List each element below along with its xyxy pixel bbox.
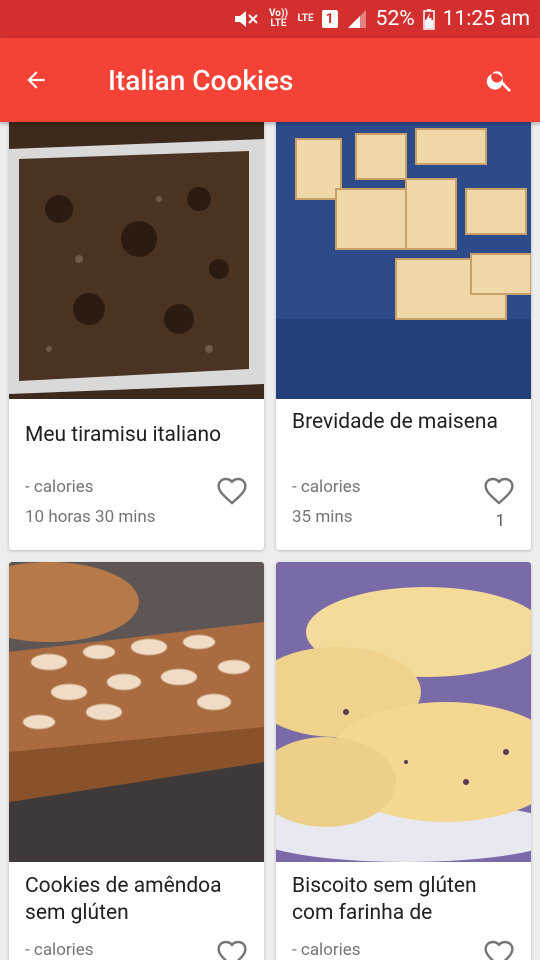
search-button[interactable] xyxy=(460,38,540,122)
recipe-calories: - calories xyxy=(292,940,361,960)
favorite-heart-icon[interactable] xyxy=(216,475,248,507)
recipe-image-brevidade xyxy=(276,122,531,399)
favorite-heart-icon[interactable] xyxy=(483,938,515,960)
recipe-title: Biscoito sem glúten com farinha de xyxy=(292,874,477,925)
recipe-title: Meu tiramisu italiano xyxy=(25,423,222,447)
recipe-calories: - calories xyxy=(25,477,94,497)
sim-badge: 1 xyxy=(321,10,338,28)
recipe-image-almond-cookies xyxy=(9,562,264,862)
recipe-image-gluten-free-biscuits xyxy=(276,562,531,862)
volte-indicator: Vo)) LTE xyxy=(268,8,288,29)
recipe-card[interactable]: Biscoito sem glúten com farinha de - cal… xyxy=(276,562,531,960)
mute-icon xyxy=(233,8,259,30)
clock: 11:25 am xyxy=(442,7,530,31)
recipe-time: 35 mins xyxy=(292,507,353,527)
favorite-count: 1 xyxy=(495,511,505,531)
recipe-calories: - calories xyxy=(292,477,361,497)
status-bar: Vo)) LTE LTE 1 52% 11:25 am xyxy=(0,0,540,38)
recipe-calories: - calories xyxy=(25,940,94,960)
app-bar: Italian Cookies xyxy=(0,38,540,122)
recipe-image-tiramisu xyxy=(9,122,264,399)
signal-icon xyxy=(346,8,368,30)
recipe-title: Brevidade de maisena xyxy=(292,410,498,434)
recipe-card[interactable]: Brevidade de maisena - calories 35 mins … xyxy=(276,122,531,550)
recipe-time: 10 horas 30 mins xyxy=(25,507,156,527)
search-icon xyxy=(486,71,511,92)
page-title: Italian Cookies xyxy=(108,63,294,97)
recipe-card[interactable]: Cookies de amêndoa sem glúten - calories xyxy=(9,562,264,960)
arrow-back-icon xyxy=(27,71,45,89)
favorite-heart-icon[interactable] xyxy=(216,938,248,960)
back-button[interactable] xyxy=(0,38,72,122)
lte-indicator: LTE xyxy=(297,13,314,24)
battery-percent: 52% xyxy=(375,7,415,31)
recipe-grid: Meu tiramisu italiano - calories 10 hora… xyxy=(0,122,540,960)
recipe-title: Cookies de amêndoa sem glúten xyxy=(25,874,222,925)
battery-charging-icon xyxy=(422,8,435,30)
favorite-heart-icon[interactable] xyxy=(483,475,515,507)
recipe-card[interactable]: Meu tiramisu italiano - calories 10 hora… xyxy=(9,122,264,550)
